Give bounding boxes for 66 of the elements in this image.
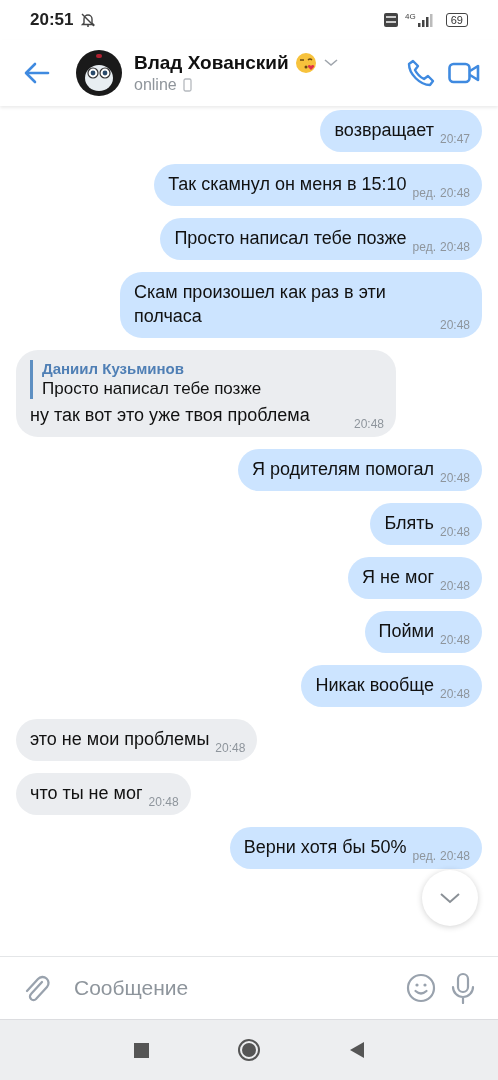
message-time: 20:48 [439, 471, 470, 485]
message-bubble[interactable]: Даниил Кузьминов Просто написал тебе позже ну так вот это уже твоя проблема 20:48 [16, 350, 396, 437]
message-text: Просто написал тебе позже [174, 227, 407, 250]
edited-label: ред. [412, 186, 436, 200]
message-bubble[interactable]: Я не мог 20:48 [348, 557, 482, 599]
battery-indicator: 69 [445, 13, 468, 27]
volte-icon [384, 13, 399, 27]
chevron-down-icon[interactable] [322, 57, 339, 69]
message-bubble[interactable]: Пойми 20:48 [364, 611, 482, 653]
message-bubble[interactable]: Просто написал тебе позже ред. 20:48 [160, 218, 482, 260]
recents-button[interactable] [133, 1042, 149, 1058]
message-time: 20:48 [439, 186, 470, 200]
message-text: ну так вот это уже твоя проблема [30, 404, 310, 427]
message-text: Верни хотя бы 50% [243, 836, 407, 859]
edited-label: ред. [412, 849, 436, 863]
message-bubble[interactable]: Скам произошел как раз в эти полчаса 20:48 [119, 272, 482, 338]
back-button[interactable] [348, 1041, 365, 1059]
message-time: 20:48 [439, 240, 470, 254]
message-text: Так скамнул он меня в 15:10 [168, 173, 407, 196]
message-time: 20:48 [439, 687, 470, 701]
message-time: 20:48 [439, 849, 470, 863]
signal-icon [416, 13, 433, 27]
message-time: 20:48 [148, 795, 179, 809]
message-text: Скам произошел как раз в эти полчаса [133, 281, 387, 328]
contact-name[interactable]: Влад Хованский [134, 52, 289, 74]
message-time: 20:48 [353, 417, 384, 431]
message-bubble[interactable]: что ты не мог 20:48 [16, 773, 191, 815]
clock: 20:51 [30, 10, 74, 30]
message-input[interactable]: Сообщение [64, 976, 392, 1000]
message-text: возвращает [334, 119, 434, 142]
message-bubble[interactable]: это не мои проблемы 20:48 [16, 719, 258, 761]
phone-device-icon [182, 78, 192, 92]
home-button[interactable] [236, 1038, 261, 1062]
message-time: 20:48 [439, 633, 470, 647]
microphone-icon[interactable] [450, 972, 476, 1004]
edited-label: ред. [412, 240, 436, 254]
message-bubble[interactable]: Верни хотя бы 50% ред. 20:48 [229, 827, 482, 869]
message-bubble[interactable]: Я родителям помогал 20:48 [237, 449, 482, 491]
bell-off-icon [80, 12, 97, 28]
message-bubble[interactable]: Блять 20:48 [370, 503, 482, 545]
chevron-down-icon [439, 892, 461, 904]
message-text: Я родителям помогал [251, 458, 434, 481]
message-time: 20:48 [439, 525, 470, 539]
back-arrow-icon[interactable] [24, 62, 50, 84]
phone-call-icon[interactable] [406, 58, 436, 88]
video-call-icon[interactable] [448, 61, 480, 85]
message-bubble[interactable]: возвращает 20:47 [320, 110, 482, 152]
message-time: 20:47 [439, 132, 470, 146]
network-type: 4G [405, 11, 416, 21]
message-time: 20:48 [439, 579, 470, 593]
avatar[interactable] [76, 50, 122, 96]
message-time: 20:48 [215, 741, 246, 755]
online-status: online [134, 76, 177, 94]
message-time: 20:48 [439, 318, 470, 332]
smiley-icon[interactable] [406, 973, 436, 1003]
message-text: что ты не мог [30, 782, 143, 805]
message-bubble[interactable]: Никак вообще 20:48 [301, 665, 482, 707]
message-text: это не мои проблемы [30, 728, 210, 751]
message-bubble[interactable]: Так скамнул он меня в 15:10 ред. 20:48 [154, 164, 482, 206]
kiss-emoji-icon [294, 52, 317, 74]
message-text: Никак вообще [315, 674, 434, 697]
reply-author: Даниил Кузьминов [42, 360, 185, 377]
message-text: Блять [384, 512, 434, 535]
message-text: Пойми [378, 620, 434, 643]
message-text: Я не мог [362, 566, 434, 589]
reply-text: Просто написал тебе позже [42, 379, 263, 399]
